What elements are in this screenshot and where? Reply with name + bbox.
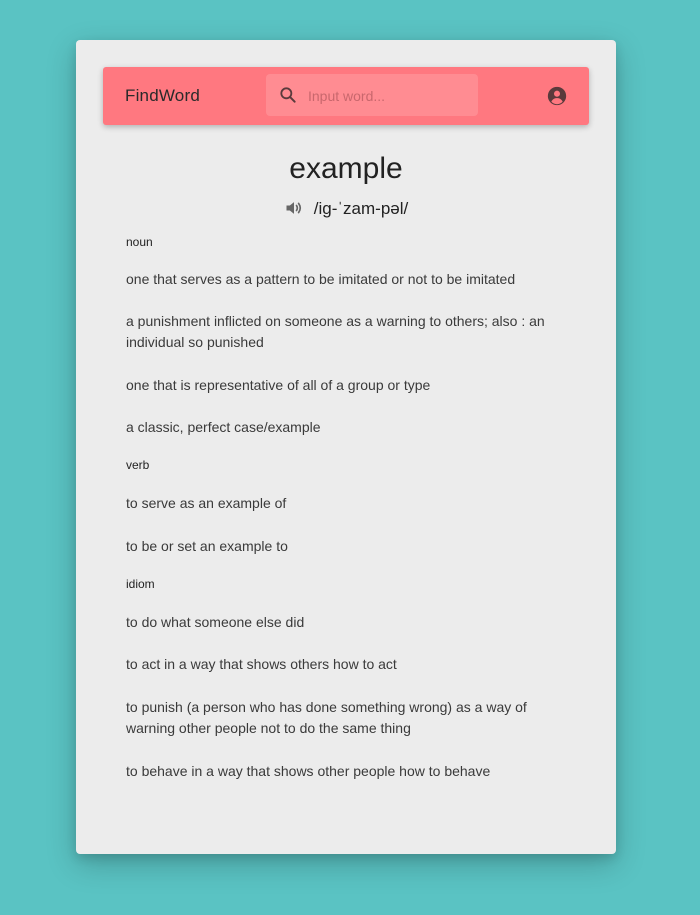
definition-item: one that serves as a pattern to be imita… (126, 271, 516, 287)
app-title: FindWord (125, 86, 200, 105)
definition-item: to behave in a way that shows other peop… (126, 763, 491, 779)
pos-label-noun: noun (126, 235, 153, 249)
definition-item: to do what someone else did (126, 614, 305, 630)
definition-item: a classic, perfect case/example (126, 419, 321, 435)
search-input[interactable] (306, 74, 475, 118)
pos-label-idiom: idiom (126, 577, 155, 591)
search-box[interactable] (266, 74, 478, 118)
definition-item: to serve as an example of (126, 495, 287, 511)
definition-item: a punishment inflicted on someone as a w… (126, 313, 545, 350)
definition-item: to punish (a person who has done somethi… (126, 699, 527, 736)
app-bar: FindWord (103, 67, 589, 125)
pronunciation-text: /ig-ˈzam-pəl/ (313, 199, 409, 218)
pronunciation-row: /ig-ˈzam-pəl/ (76, 198, 616, 219)
search-icon (280, 87, 296, 103)
pos-label-verb: verb (126, 458, 150, 472)
volume-icon[interactable] (284, 198, 304, 218)
definition-item: one that is representative of all of a g… (126, 377, 431, 393)
entry-word: example (289, 152, 403, 185)
account-circle-icon[interactable] (546, 85, 568, 107)
definition-item: to act in a way that shows others how to… (126, 656, 397, 672)
dictionary-card: FindWord example /ig-ˈzam-pəl/ noun one … (76, 40, 616, 854)
definition-item: to be or set an example to (126, 538, 288, 554)
